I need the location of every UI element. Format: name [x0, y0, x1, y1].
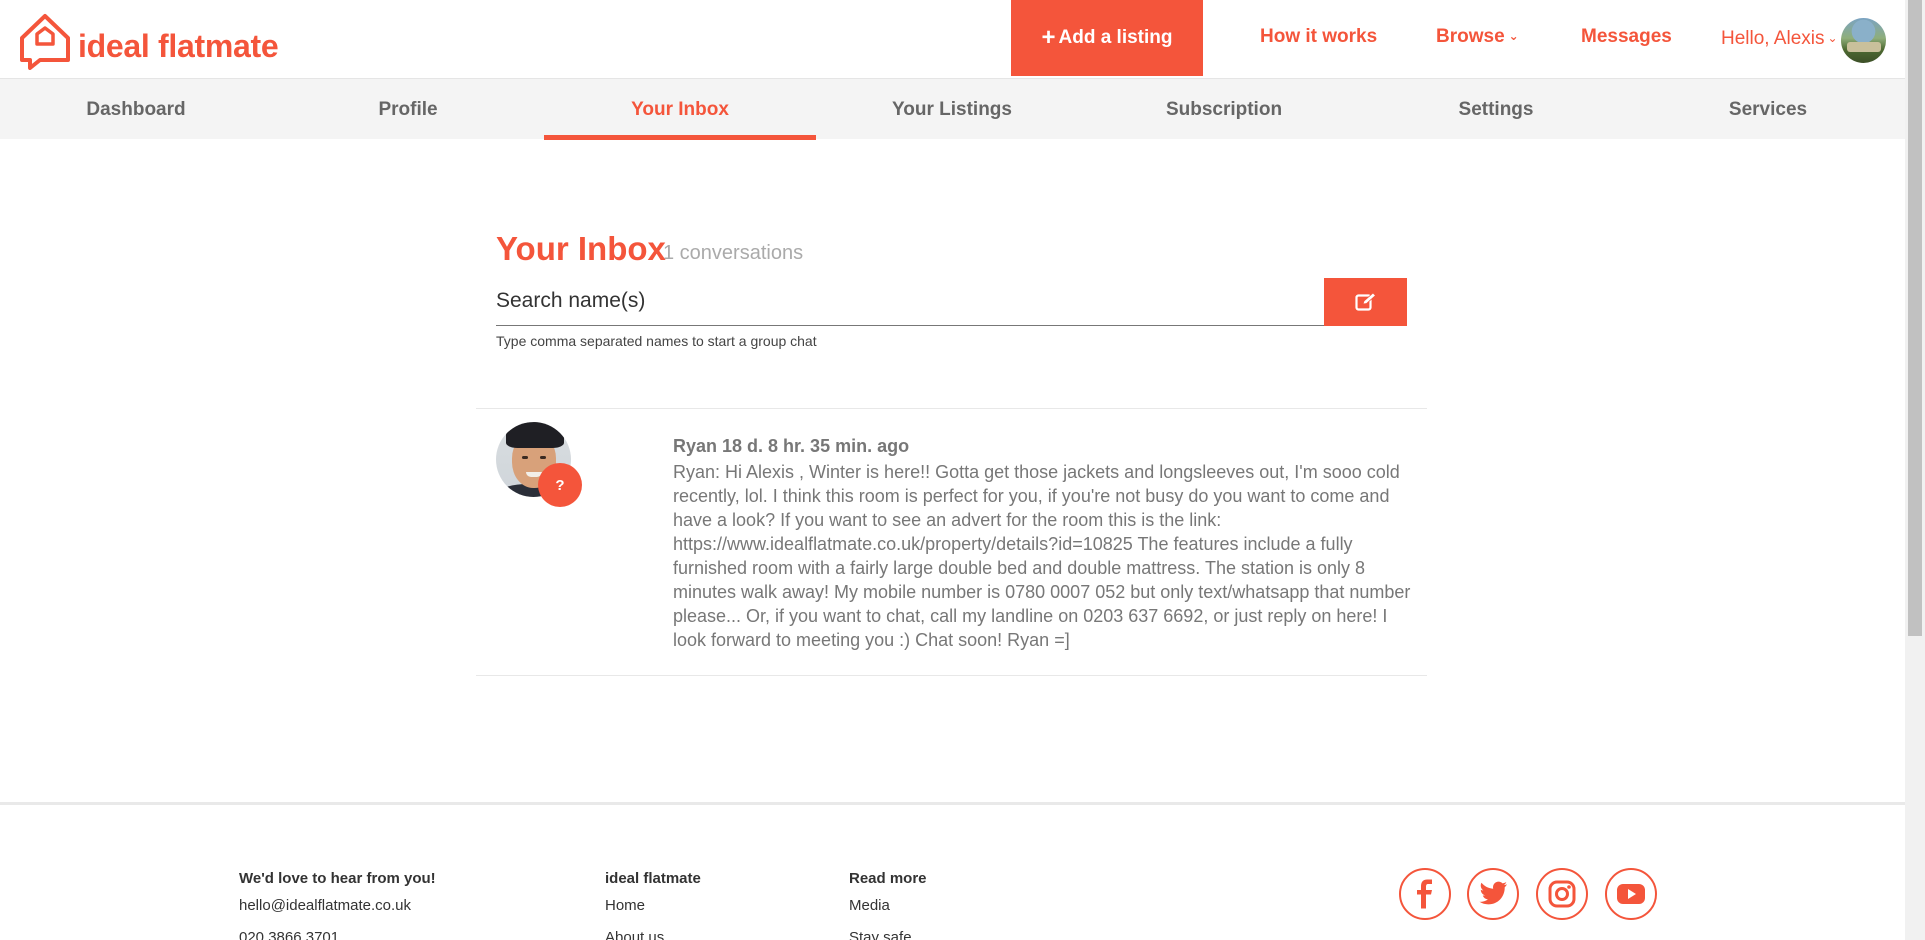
footer-link-stay-safe[interactable]: Stay safe	[849, 929, 912, 940]
conversation-item[interactable]: ? Ryan 18 d. 8 hr. 35 min. ago Ryan: Hi …	[476, 408, 1427, 676]
new-message-button[interactable]	[1324, 278, 1407, 326]
logo-text: ideal flatmate	[78, 27, 279, 64]
footer-company-heading: ideal flatmate	[605, 870, 701, 887]
plus-icon: +	[1041, 24, 1056, 51]
tab-profile[interactable]: Profile	[272, 79, 544, 140]
scrollbar-thumb[interactable]	[1908, 0, 1922, 636]
logo-house-icon	[20, 14, 70, 70]
add-listing-button[interactable]: + Add a listing	[1011, 0, 1203, 76]
account-tabs: Dashboard Profile Your Inbox Your Listin…	[0, 78, 1905, 140]
user-greeting: Hello, Alexis	[1721, 28, 1825, 49]
chevron-down-icon: ⌄	[1827, 31, 1838, 45]
question-badge: ?	[538, 463, 582, 507]
instagram-icon	[1548, 880, 1576, 908]
tab-subscription[interactable]: Subscription	[1088, 79, 1360, 140]
nav-browse-label: Browse	[1436, 26, 1505, 47]
facebook-icon	[1417, 879, 1432, 909]
instagram-link[interactable]	[1536, 868, 1588, 920]
conversation-preview: Ryan: Hi Alexis , Winter is here!! Gotta…	[673, 462, 1411, 650]
youtube-icon	[1617, 884, 1645, 904]
nav-how-it-works[interactable]: How it works	[1260, 26, 1377, 48]
add-listing-label: Add a listing	[1058, 27, 1173, 48]
facebook-link[interactable]	[1399, 868, 1451, 920]
footer-phone[interactable]: 020 3866 3701	[239, 929, 339, 940]
footer-link-about-us[interactable]: About us	[605, 929, 664, 940]
twitter-link[interactable]	[1467, 868, 1519, 920]
tab-your-inbox[interactable]: Your Inbox	[544, 79, 816, 140]
conversation-header: Ryan 18 d. 8 hr. 35 min. ago	[673, 436, 910, 456]
footer: We'd love to hear from you! hello@idealf…	[0, 802, 1905, 940]
tab-your-listings[interactable]: Your Listings	[816, 79, 1088, 140]
footer-contact-heading: We'd love to hear from you!	[239, 870, 436, 887]
nav-messages-label: Messages	[1581, 26, 1672, 47]
logo[interactable]: ideal flatmate	[18, 12, 279, 70]
nav-messages[interactable]: Messages	[1581, 26, 1672, 48]
youtube-link[interactable]	[1605, 868, 1657, 920]
twitter-icon	[1479, 881, 1507, 905]
page-title: Your Inbox	[496, 230, 666, 267]
compose-icon	[1354, 292, 1376, 311]
user-menu[interactable]: Hello, Alexis ⌄	[1721, 28, 1838, 50]
top-header: ideal flatmate + Add a listing How it wo…	[0, 0, 1905, 78]
search-field	[496, 278, 1324, 326]
user-avatar[interactable]	[1841, 18, 1886, 63]
footer-link-media[interactable]: Media	[849, 897, 890, 914]
footer-read-more-heading: Read more	[849, 870, 927, 887]
tab-settings[interactable]: Settings	[1360, 79, 1632, 140]
conversation-count: 1 conversations	[663, 242, 804, 264]
page-scrollbar[interactable]	[1905, 0, 1925, 940]
tab-dashboard[interactable]: Dashboard	[0, 79, 272, 140]
tab-services[interactable]: Services	[1632, 79, 1904, 140]
footer-link-home[interactable]: Home	[605, 897, 645, 914]
search-names-input[interactable]	[496, 278, 1324, 324]
footer-email-link[interactable]: hello@idealflatmate.co.uk	[239, 897, 411, 914]
nav-browse[interactable]: Browse ⌄	[1436, 26, 1519, 48]
nav-how-it-works-label: How it works	[1260, 26, 1378, 47]
search-hint: Type comma separated names to start a gr…	[496, 333, 817, 349]
chevron-down-icon: ⌄	[1508, 29, 1519, 43]
